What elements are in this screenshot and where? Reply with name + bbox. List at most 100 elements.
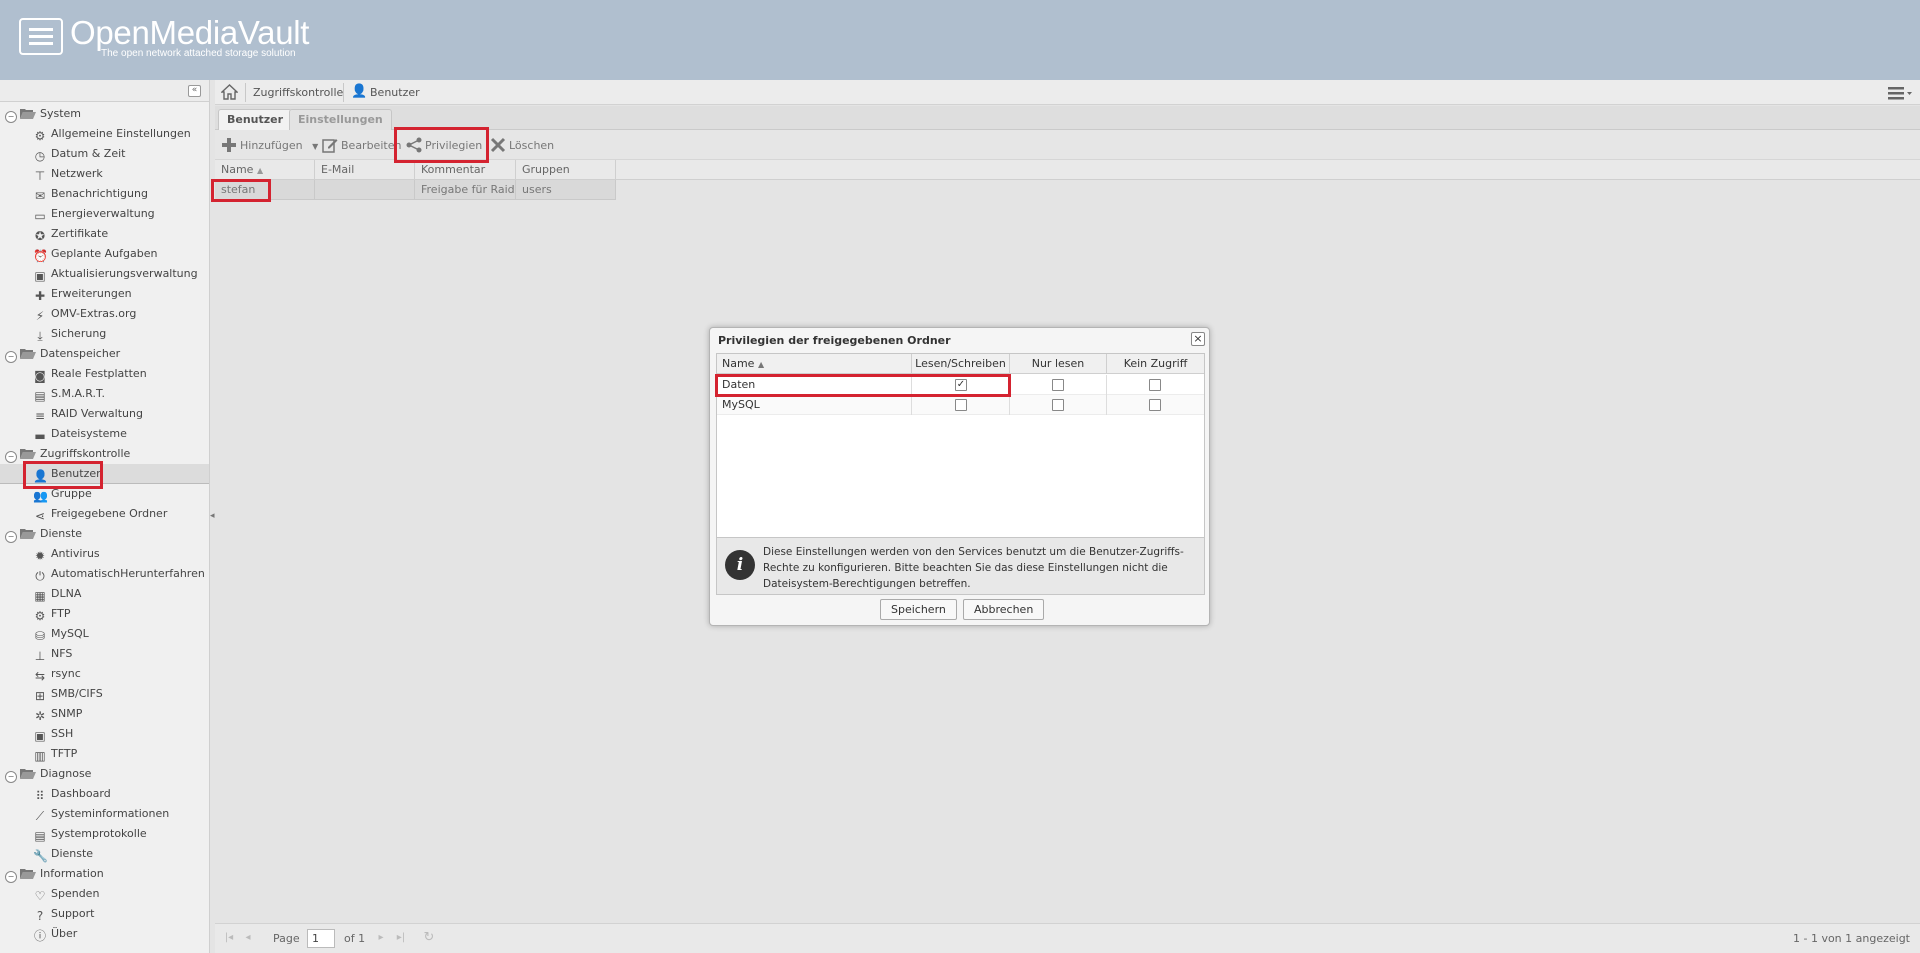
no-access-checkbox[interactable] [1149, 399, 1161, 411]
tab-benutzer[interactable]: Benutzer [218, 109, 293, 130]
nav-item-omv-extras[interactable]: ⚡ OMV-Extras.org [0, 304, 209, 324]
brand-title: OpenMediaVault [70, 14, 310, 51]
column-header-name[interactable]: Name ▲ [717, 354, 912, 374]
refresh-icon[interactable]: ↻ [423, 931, 435, 944]
nav-item-systemprotokolle[interactable]: ▤ Systemprotokolle [0, 824, 209, 844]
collapse-toggle-icon[interactable]: − [5, 771, 17, 783]
nav-item-benachrichtigung[interactable]: ✉ Benachrichtigung [0, 184, 209, 204]
dialog-title: Privilegien der freigegebenen Ordner [718, 334, 951, 347]
read-only-checkbox[interactable] [1052, 399, 1064, 411]
last-page-icon[interactable]: ▸| [395, 932, 407, 944]
column-header-gruppen[interactable]: Gruppen [516, 160, 616, 180]
breadcrumb-page[interactable]: Benutzer [370, 86, 420, 99]
nav-item-automatischherunterfahren[interactable]: ⏻ AutomatischHerunterfahren [0, 564, 209, 584]
nav-group-diagnose[interactable]: − Diagnose [0, 764, 209, 784]
column-header-read-only[interactable]: Nur lesen [1010, 354, 1107, 374]
tab-einstellungen[interactable]: Einstellungen [289, 109, 392, 130]
wrench-icon: 🔧 [33, 849, 48, 863]
nav-item-mysql[interactable]: ⛁ MySQL [0, 624, 209, 644]
collapse-toggle-icon[interactable]: − [5, 111, 17, 123]
nav-item-dienste-diagnose[interactable]: 🔧 Dienste [0, 844, 209, 864]
read-write-checkbox[interactable] [955, 399, 967, 411]
plus-icon [222, 138, 236, 152]
nav-item-label: Dashboard [51, 787, 111, 800]
nav-item-label: DLNA [51, 587, 82, 600]
nav-group-information[interactable]: − Information [0, 864, 209, 884]
nav-group-datenspeicher[interactable]: − Datenspeicher [0, 344, 209, 364]
nav-item-freigegebene-ordner[interactable]: ⋖ Freigegebene Ordner [0, 504, 209, 524]
next-page-icon[interactable]: ▸ [375, 932, 387, 944]
home-icon[interactable] [221, 84, 238, 100]
delete-button-label: Löschen [509, 139, 555, 152]
column-header-read-write[interactable]: Lesen/Schreiben [912, 354, 1010, 374]
column-header-name[interactable]: Name ▲ [215, 160, 315, 180]
nav-item-nfs[interactable]: ⊥ NFS [0, 644, 209, 664]
nav-item-label: Netzwerk [51, 167, 103, 180]
collapse-toggle-icon[interactable]: − [5, 351, 17, 363]
nav-item-ueber[interactable]: ⓘ Über [0, 924, 209, 944]
nav-group-system[interactable]: − System [0, 104, 209, 124]
page-number-input[interactable] [307, 929, 335, 948]
nav-item-erweiterungen[interactable]: ✚ Erweiterungen [0, 284, 209, 304]
cancel-button[interactable]: Abbrechen [963, 599, 1045, 620]
no-access-cell [1107, 375, 1204, 395]
nav-item-aktualisierungsverwaltung[interactable]: ▣ Aktualisierungsverwaltung [0, 264, 209, 284]
save-button[interactable]: Speichern [880, 599, 957, 620]
nav-item-rsync[interactable]: ⇆ rsync [0, 664, 209, 684]
nav-item-dateisysteme[interactable]: ▬ Dateisysteme [0, 424, 209, 444]
nav-item-spenden[interactable]: ♡ Spenden [0, 884, 209, 904]
edit-button[interactable]: Bearbeiten [322, 137, 401, 155]
nav-item-smb-cifs[interactable]: ⊞ SMB/CIFS [0, 684, 209, 704]
collapse-toggle-icon[interactable]: − [5, 451, 17, 463]
nav-group-dienste[interactable]: − Dienste [0, 524, 209, 544]
nav-item-support[interactable]: ? Support [0, 904, 209, 924]
delete-button[interactable]: Löschen [490, 137, 554, 155]
prev-page-icon[interactable]: ◂ [242, 932, 254, 944]
nav-item-dlna[interactable]: ▦ DLNA [0, 584, 209, 604]
nav-item-systeminformationen[interactable]: ⟋ Systeminformationen [0, 804, 209, 824]
nav-item-ssh[interactable]: ▣ SSH [0, 724, 209, 744]
nav-item-sicherung[interactable]: ⤓ Sicherung [0, 324, 209, 344]
nav-item-geplante-aufgaben[interactable]: ⏰ Geplante Aufgaben [0, 244, 209, 264]
nav-item-netzwerk[interactable]: ⊤ Netzwerk [0, 164, 209, 184]
nav-item-label: Systemprotokolle [51, 827, 147, 840]
read-only-checkbox[interactable] [1052, 379, 1064, 391]
nav-item-ftp[interactable]: ⚙ FTP [0, 604, 209, 624]
nav-item-label: Freigegebene Ordner [51, 507, 168, 520]
no-access-checkbox[interactable] [1149, 379, 1161, 391]
table-row[interactable]: stefan Freigabe für Raid users [215, 180, 616, 200]
nav-item-tftp[interactable]: ▥ TFTP [0, 744, 209, 764]
breadcrumb-section[interactable]: Zugriffskontrolle [253, 86, 343, 99]
nav-item-allgemeine-einstellungen[interactable]: ⚙ Allgemeine Einstellungen [0, 124, 209, 144]
nav-item-datum-zeit[interactable]: ◷ Datum & Zeit [0, 144, 209, 164]
nav-item-snmp[interactable]: ✲ SNMP [0, 704, 209, 724]
nav-item-antivirus[interactable]: ✹ Antivirus [0, 544, 209, 564]
nav-item-smart[interactable]: ▤ S.M.A.R.T. [0, 384, 209, 404]
collapse-toggle-icon[interactable]: − [5, 871, 17, 883]
nav-item-raid-verwaltung[interactable]: ≡ RAID Verwaltung [0, 404, 209, 424]
breadcrumb: Zugriffskontrolle 👤 Benutzer [215, 80, 1920, 105]
column-header-kommentar[interactable]: Kommentar [415, 160, 516, 180]
collapse-sidebar-icon[interactable]: « [188, 85, 201, 97]
menu-dropdown-icon[interactable] [1888, 85, 1912, 101]
nav-item-reale-festplatten[interactable]: ◙ Reale Festplatten [0, 364, 209, 384]
nav-item-label: Antivirus [51, 547, 100, 560]
close-icon[interactable]: × [1191, 332, 1205, 346]
hamburger-menu-icon[interactable] [19, 18, 63, 55]
sidebar-splitter-handle[interactable]: ◂ [210, 509, 215, 523]
nav-item-zertifikate[interactable]: ✪ Zertifikate [0, 224, 209, 244]
privilege-row-mysql[interactable]: MySQL [717, 395, 1204, 415]
folder-open-icon [20, 449, 36, 459]
line-chart-icon: ⟋ [35, 809, 45, 823]
nav-item-label: Benachrichtigung [51, 187, 148, 200]
first-page-icon[interactable]: |◂ [223, 932, 235, 944]
database-icon: ≡ [34, 409, 46, 423]
share-icon: ⋖ [34, 509, 46, 523]
nav-item-dashboard[interactable]: ⠿ Dashboard [0, 784, 209, 804]
column-header-no-access[interactable]: Kein Zugriff [1107, 354, 1204, 374]
column-header-email[interactable]: E-Mail [315, 160, 415, 180]
highlight-box [211, 179, 271, 202]
collapse-toggle-icon[interactable]: − [5, 531, 17, 543]
nav-item-energieverwaltung[interactable]: ▭ Energieverwaltung [0, 204, 209, 224]
add-button[interactable]: Hinzufügen ▼ [221, 137, 318, 155]
